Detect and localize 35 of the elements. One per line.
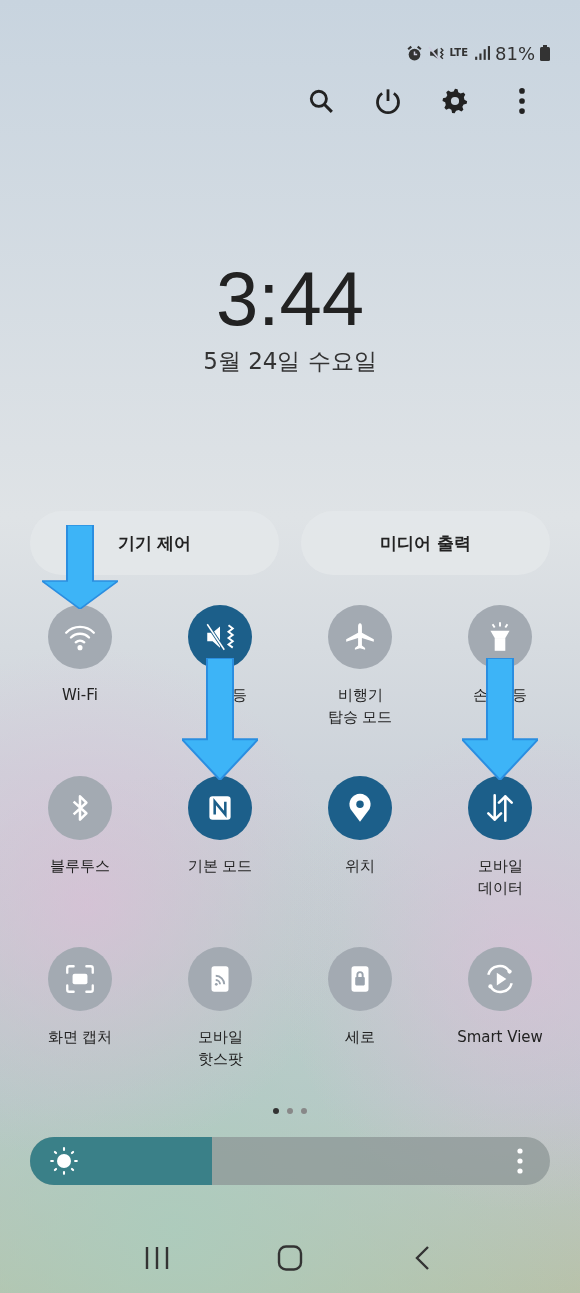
- brightness-slider[interactable]: [30, 1137, 550, 1185]
- tile-label: 위치: [345, 856, 375, 877]
- tile-label: 화면 캡처: [47, 1027, 113, 1048]
- network-type: LTE: [449, 48, 468, 58]
- tile-label: 기본 모드: [187, 856, 253, 877]
- tile-label: Wi-Fi: [62, 685, 98, 706]
- tile-label: 모바일 핫스팟: [197, 1027, 243, 1070]
- tile-label: 손: [473, 685, 488, 706]
- battery-percent: 81%: [495, 42, 535, 64]
- page-indicator-dot[interactable]: [287, 1108, 293, 1114]
- tile-label: 모바일 데이터: [477, 856, 523, 899]
- battery-icon: [540, 45, 550, 61]
- tile-label: Smart View: [457, 1027, 543, 1048]
- tile-label: 블루투스: [50, 856, 110, 877]
- page-indicator-dot[interactable]: [301, 1108, 307, 1114]
- panel-button[interactable]: 미디어 출력: [301, 511, 550, 575]
- screenshot-icon: [63, 962, 97, 996]
- more-icon: [519, 88, 525, 114]
- tile-label: 비행기 탑승 모드: [327, 685, 393, 728]
- page-indicator-dot[interactable]: [273, 1108, 279, 1114]
- power-icon: [374, 87, 402, 115]
- mute-vibrate-icon: [427, 44, 445, 62]
- settings-icon: [441, 87, 469, 115]
- more-icon[interactable]: [516, 1147, 524, 1175]
- panel-button[interactable]: 기기 제어: [30, 511, 279, 575]
- home-icon[interactable]: [276, 1245, 304, 1271]
- sun-icon: [50, 1147, 78, 1175]
- signal-icon: [473, 44, 490, 62]
- clock-time: 3:44: [215, 259, 365, 339]
- tile-label: 세로: [345, 1027, 375, 1048]
- search-icon: [308, 88, 334, 114]
- clock-date: 5월 24일 수요일: [202, 347, 378, 376]
- tile-label: 등: [232, 685, 247, 706]
- tile-label: 등: [512, 685, 527, 706]
- alarm-icon: [405, 44, 423, 62]
